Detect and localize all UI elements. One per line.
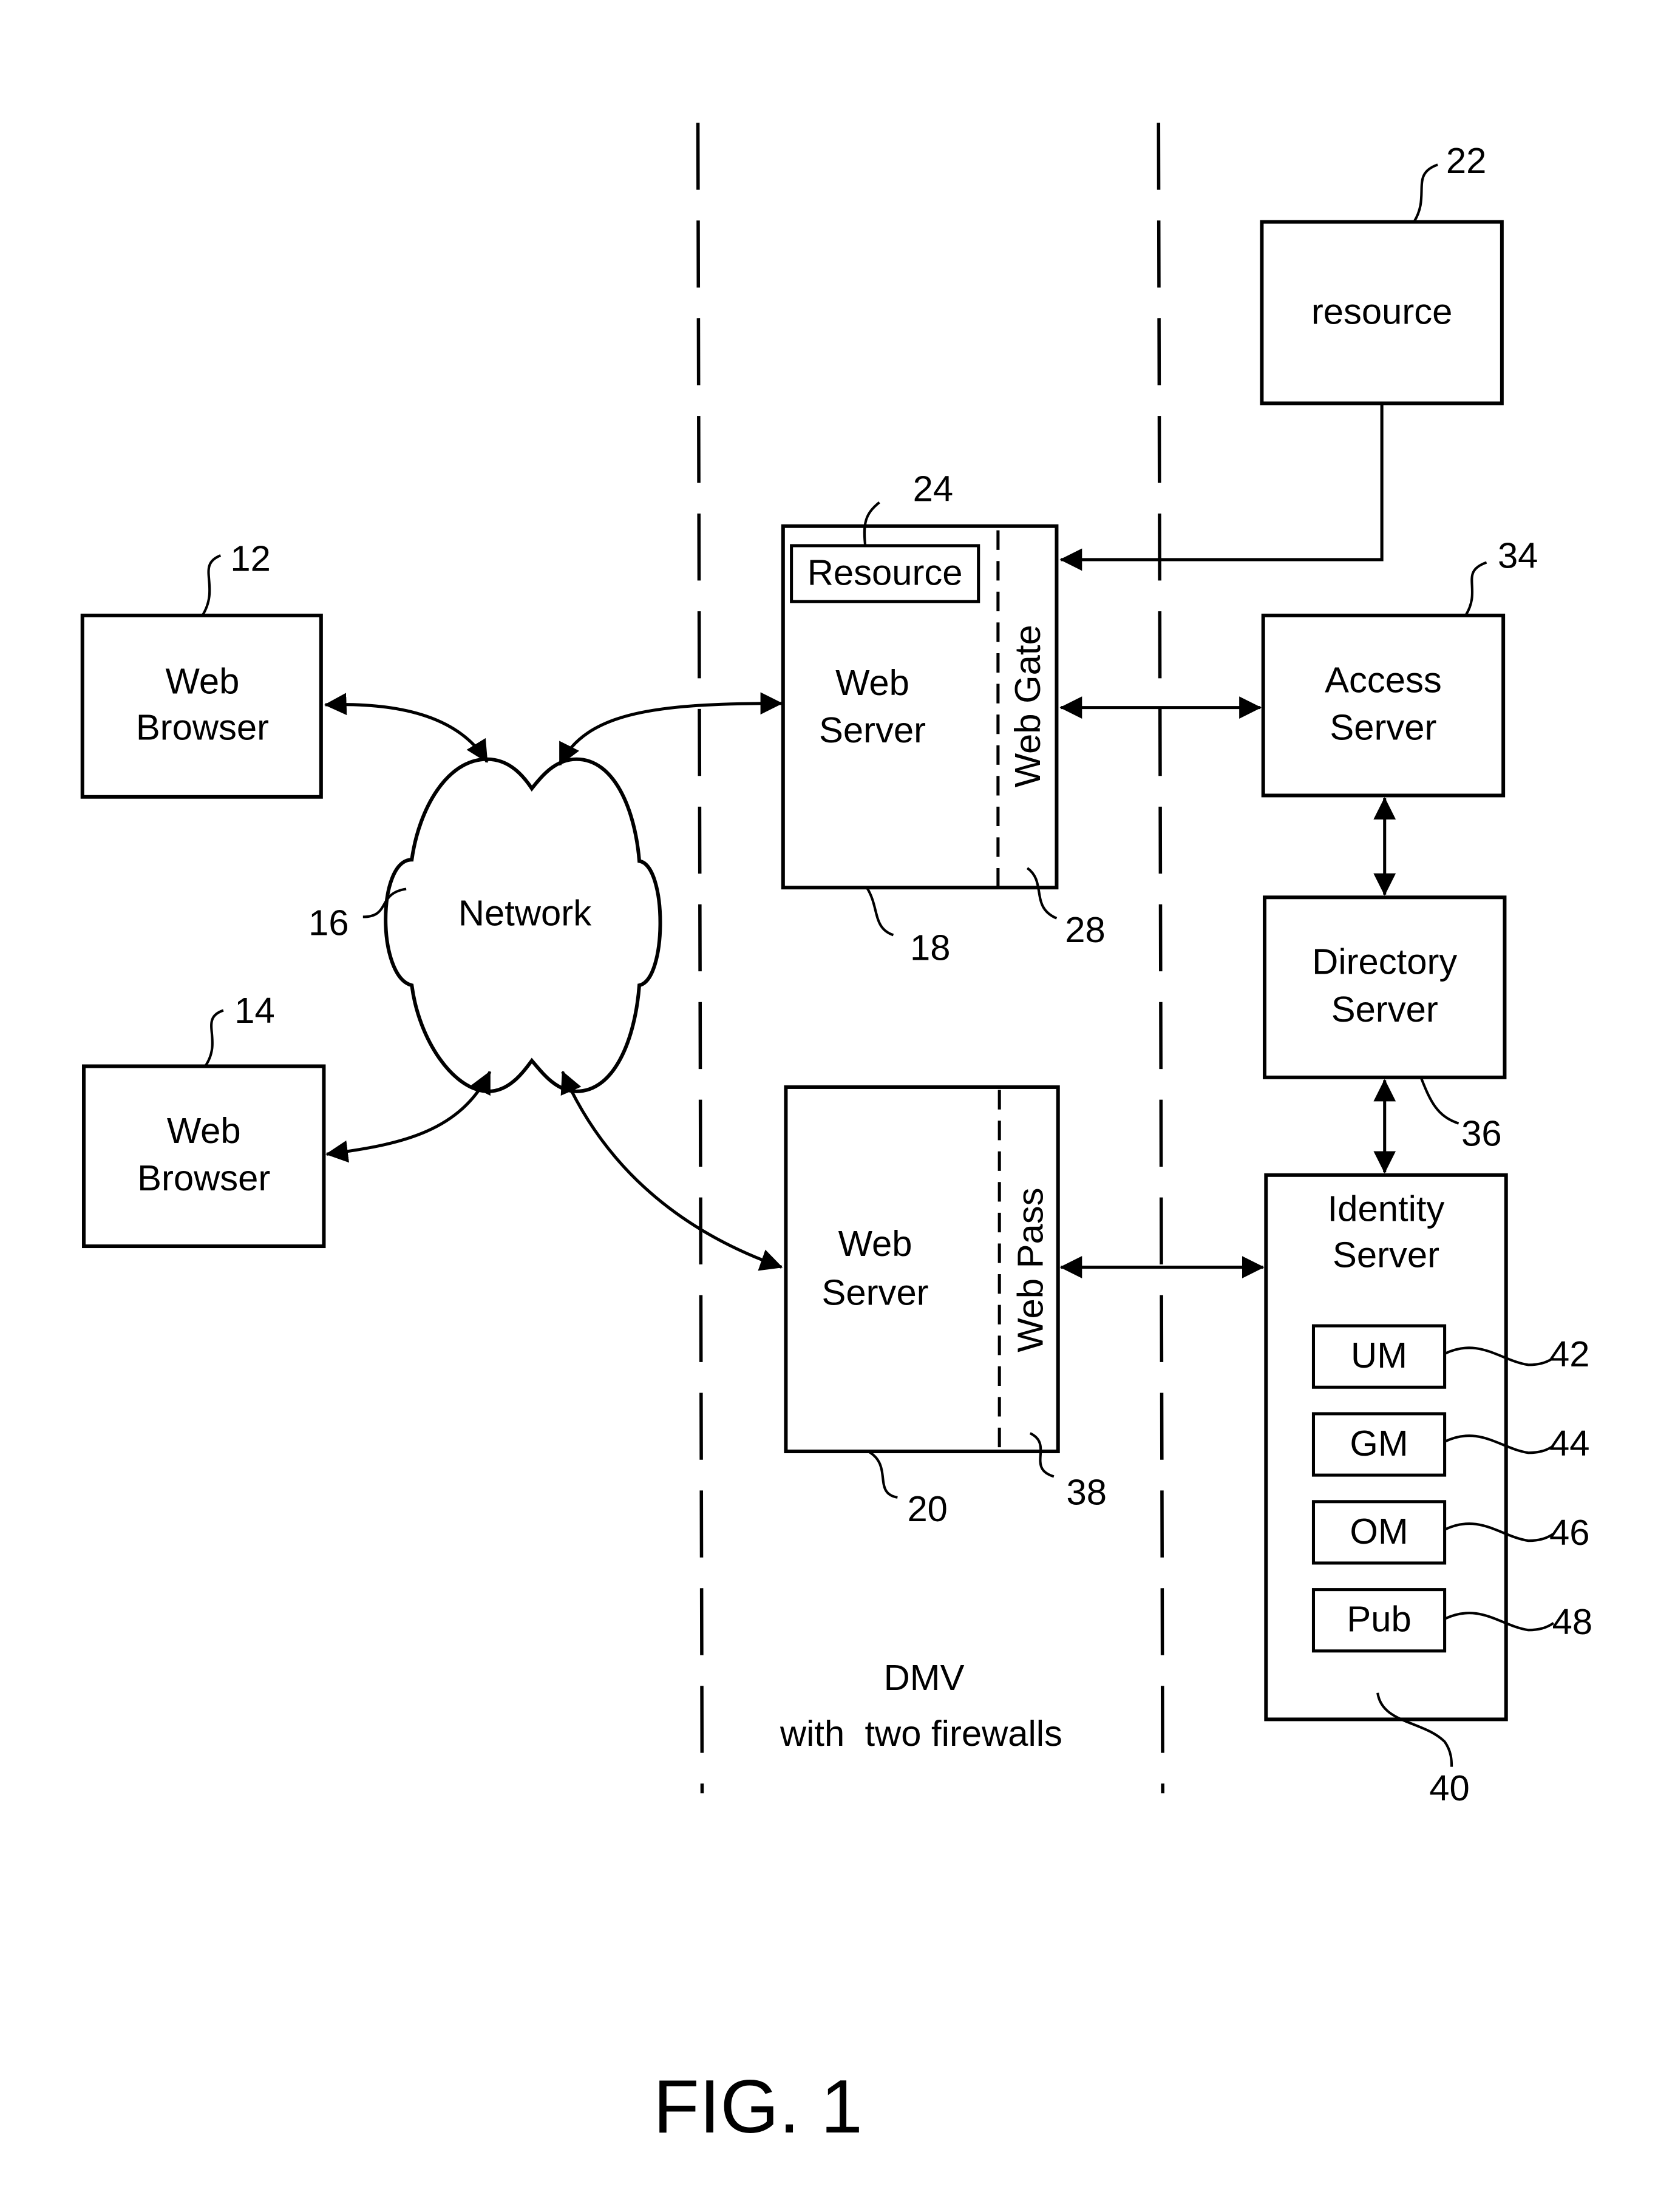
connector-network-webserver18 — [558, 692, 783, 766]
ref-leader-12 — [201, 554, 222, 616]
network-label: Network — [458, 892, 591, 933]
ref-label-14: 14 — [234, 990, 274, 1031]
ref-label-46: 46 — [1549, 1512, 1589, 1553]
resource-24[interactable]: Resource — [790, 544, 980, 603]
browser-2-label-line1: Web — [167, 1110, 241, 1151]
web-server-18-label-line2: Server — [819, 710, 926, 750]
fig1-diagram: Web Browser 12 Web Browser 14 Network 16… — [80, 123, 1592, 2149]
ref-label-40: 40 — [1429, 1768, 1469, 1808]
resource-24-label: Resource — [807, 552, 963, 592]
ref-label-36: 36 — [1461, 1113, 1501, 1154]
web-browser-14[interactable]: Web Browser 14 — [82, 990, 326, 1249]
ref-label-38: 38 — [1067, 1471, 1107, 1512]
network-cloud-16[interactable]: Network 16 — [308, 757, 662, 1093]
ref-label-44: 44 — [1549, 1423, 1589, 1464]
identity-server-40[interactable]: Identity Server UM GM OM Pub 42 44 46 48… — [1264, 1173, 1592, 1808]
ref-label-22: 22 — [1446, 140, 1486, 181]
ref-leader-36 — [1419, 1077, 1459, 1125]
ref-label-42: 42 — [1549, 1334, 1589, 1374]
directory-server-label-line1: Directory — [1312, 941, 1457, 982]
web-pass-label: Web Pass — [1010, 1187, 1050, 1352]
web-gate-label: Web Gate — [1007, 625, 1048, 787]
ref-leader-22 — [1413, 163, 1438, 223]
dmv-sublabel: with two firewalls — [780, 1713, 1062, 1754]
connector-network-webserver20 — [560, 1070, 783, 1271]
ref-label-34: 34 — [1498, 535, 1538, 576]
web-browser-12[interactable]: Web Browser 12 — [80, 538, 323, 799]
figure-title: FIG. 1 — [653, 2065, 863, 2149]
module-om[interactable]: OM — [1311, 1500, 1447, 1565]
connector-resource22-webserver18 — [1059, 403, 1384, 571]
ref-label-12: 12 — [230, 538, 270, 578]
ref-leader-34 — [1464, 561, 1487, 616]
dmv-label: DMV — [884, 1657, 965, 1698]
browser-2-label-line2: Browser — [137, 1158, 270, 1198]
web-server-18-label-line1: Web — [835, 662, 909, 703]
web-server-20-label-line2: Server — [822, 1272, 929, 1313]
ref-leader-14 — [204, 1009, 224, 1067]
module-um[interactable]: UM — [1311, 1324, 1447, 1389]
access-server-34[interactable]: Access Server 34 — [1261, 535, 1538, 798]
ref-label-48: 48 — [1552, 1601, 1592, 1642]
module-om-label: OM — [1350, 1511, 1408, 1552]
ref-label-28: 28 — [1065, 909, 1105, 950]
identity-server-label-line2: Server — [1333, 1235, 1439, 1275]
module-gm[interactable]: GM — [1311, 1412, 1447, 1477]
ref-label-20: 20 — [907, 1488, 947, 1529]
firewall-line-right — [1157, 123, 1164, 1794]
identity-server-label-line1: Identity — [1328, 1189, 1445, 1229]
module-um-label: UM — [1351, 1335, 1407, 1376]
ref-label-24: 24 — [913, 468, 953, 509]
module-gm-label: GM — [1350, 1423, 1408, 1464]
connector-browser12-network — [324, 693, 489, 763]
web-server-20-label-line1: Web — [838, 1223, 912, 1264]
resource-22[interactable]: resource 22 — [1260, 140, 1504, 405]
browser-1-label-line1: Web — [166, 661, 240, 702]
resource-22-label: resource — [1311, 291, 1453, 331]
module-pub[interactable]: Pub — [1311, 1588, 1447, 1653]
firewall-line-left — [696, 123, 704, 1794]
ref-leader-18 — [866, 887, 894, 937]
directory-server-label-line2: Server — [1331, 989, 1438, 1030]
ref-leader-20 — [868, 1450, 898, 1499]
web-server-20[interactable]: Web Server Web Pass 20 38 — [784, 1085, 1107, 1529]
browser-1-label-line2: Browser — [136, 707, 269, 747]
web-server-18[interactable]: Web Server Resource Web Gate 24 18 28 — [781, 468, 1106, 968]
access-server-label-line2: Server — [1330, 707, 1436, 747]
ref-label-16: 16 — [308, 902, 348, 943]
ref-label-18: 18 — [910, 928, 950, 968]
access-server-label-line1: Access — [1325, 659, 1442, 700]
module-pub-label: Pub — [1347, 1599, 1411, 1640]
